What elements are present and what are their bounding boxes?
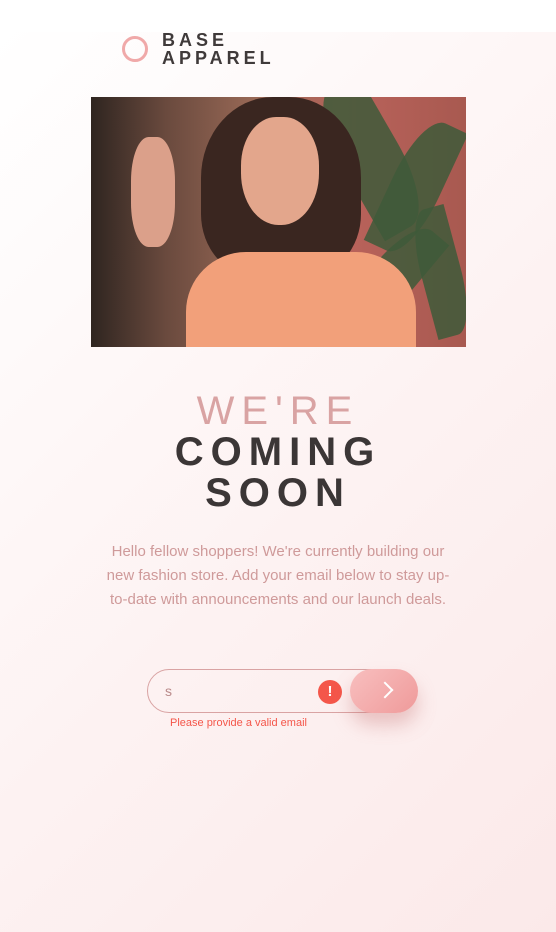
brand-logo: BASE APPAREL: [122, 31, 275, 67]
logo-line-2: APPAREL: [162, 48, 275, 68]
description: Hello fellow shoppers! We're currently b…: [106, 543, 450, 608]
error-icon: !: [318, 680, 342, 704]
email-form: !: [147, 669, 418, 713]
error-message: Please provide a valid email: [170, 717, 307, 729]
submit-button[interactable]: [350, 669, 418, 713]
chevron-right-icon: [376, 681, 394, 699]
logo-text: BASE APPAREL: [162, 31, 275, 67]
headline-bold-2: SOON: [205, 471, 351, 515]
logo-line-1: BASE: [162, 30, 229, 50]
headline-light: WE'RE: [196, 389, 360, 433]
headline: WE'RE COMING SOON: [0, 390, 556, 514]
logo-ring-icon: [122, 36, 148, 62]
headline-bold-1: COMING: [174, 430, 382, 474]
hero-image: [91, 97, 466, 347]
